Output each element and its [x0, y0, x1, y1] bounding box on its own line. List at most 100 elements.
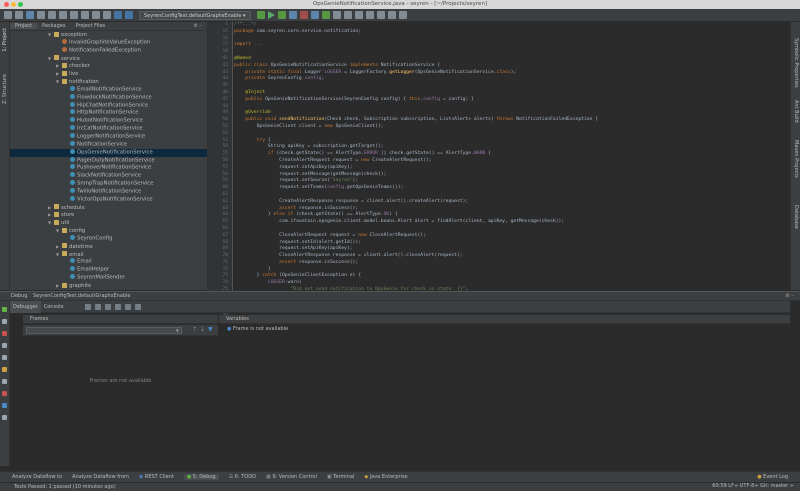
- tree-file[interactable]: HipChatNotificationService: [10, 101, 207, 110]
- resume-icon[interactable]: [2, 307, 7, 312]
- tab-packages[interactable]: Packages: [37, 23, 70, 29]
- tree-file[interactable]: VictorOpsNotificationService: [10, 195, 207, 204]
- debug-icon[interactable]: [277, 11, 286, 19]
- tree-folder[interactable]: ▶ schedule: [10, 204, 207, 212]
- tree-file[interactable]: SeyrenMailSender: [10, 274, 207, 282]
- open-icon[interactable]: [4, 11, 12, 19]
- settings-icon[interactable]: [365, 11, 374, 19]
- code-line[interactable]: /**...*/: [233, 22, 790, 29]
- tree-folder[interactable]: ▶ live: [10, 70, 207, 78]
- coverage-icon[interactable]: [288, 11, 297, 19]
- make-icon[interactable]: [256, 11, 265, 19]
- code-line[interactable]: assert response.isSuccess();: [233, 260, 790, 267]
- code-line[interactable]: public OpsGenieNotificationService(Seyre…: [233, 97, 790, 104]
- tree-file[interactable]: OpsGenieNotificationService: [10, 148, 207, 157]
- code-line[interactable]: public void sendNotification(Check check…: [233, 117, 790, 124]
- code-line[interactable]: package com.seyren.core.service.notifica…: [233, 29, 790, 36]
- panel-settings-icon[interactable]: ⚙ –: [188, 23, 207, 29]
- tree-file[interactable]: IrcCatNotificationService: [10, 125, 207, 133]
- tree-folder[interactable]: ▶ store: [10, 211, 207, 219]
- tool-terminal[interactable]: ▣ Terminal: [327, 474, 354, 480]
- tree-file[interactable]: SlackNotificationService: [10, 172, 207, 180]
- code-line[interactable]: [233, 49, 790, 56]
- tool-analyze-dataflow-from[interactable]: Analyze Dataflow from: [72, 474, 129, 480]
- paste-icon[interactable]: [81, 11, 89, 19]
- tab-console[interactable]: Console: [41, 301, 67, 313]
- help-icon[interactable]: [398, 11, 407, 19]
- step-over-icon[interactable]: [84, 303, 91, 310]
- tree-folder[interactable]: ▼ exception: [10, 31, 207, 39]
- tool-debug[interactable]: ● 5: Debug: [183, 474, 219, 480]
- code-line[interactable]: @Named: [233, 56, 790, 63]
- step-into-icon[interactable]: [94, 303, 101, 310]
- tree-file[interactable]: LoggerNotificationService: [10, 132, 207, 141]
- thread-selector[interactable]: ▼: [26, 327, 182, 334]
- tool-rest-client[interactable]: ◉ REST Client: [139, 474, 174, 480]
- code-line[interactable]: } catch (OpsGenieClientException e) {: [233, 273, 790, 280]
- tree-folder[interactable]: ▶ graphite: [10, 282, 207, 290]
- project-tool-button[interactable]: 1: Project: [2, 28, 8, 52]
- vcs-compare-icon[interactable]: [332, 11, 341, 19]
- tree-file[interactable]: EmailHelper: [10, 266, 207, 274]
- code-line[interactable]: request.setApiKey(apiKey);: [233, 165, 790, 172]
- tool-java-enterprise[interactable]: ◆ Java Enterprise: [364, 474, 407, 480]
- tree-folder[interactable]: ▶ datetime: [10, 243, 207, 251]
- vcs-commit-icon[interactable]: [321, 11, 330, 19]
- vcs-history-icon[interactable]: [343, 11, 352, 19]
- sync-icon[interactable]: [26, 11, 34, 19]
- code-line[interactable]: CloseAlertRequest request = new CloseAle…: [233, 233, 790, 240]
- mute-breakpoints-icon[interactable]: [2, 355, 7, 360]
- debug-settings-icon[interactable]: ⚙ –: [785, 292, 794, 301]
- code-line[interactable]: CreateAlertResponse response = client.al…: [233, 199, 790, 206]
- tool-version-control[interactable]: ▦ 9: Version Control: [266, 474, 317, 480]
- run-configuration-select[interactable]: SeyrenConfigTest.defaultGraphsEnable ▾: [139, 10, 251, 20]
- stop-icon[interactable]: [2, 331, 7, 336]
- code-line[interactable]: public class OpsGenieNotificationService…: [233, 63, 790, 70]
- tree-file[interactable]: PagerDutyNotificationService: [10, 156, 207, 165]
- code-line[interactable]: [233, 104, 790, 111]
- close-window-button[interactable]: [4, 2, 9, 7]
- run-icon[interactable]: [267, 11, 275, 19]
- navigate-forward-icon[interactable]: [125, 11, 133, 19]
- code-line[interactable]: [233, 192, 790, 199]
- frame-down-icon[interactable]: ↓: [200, 326, 205, 333]
- tree-file[interactable]: EmailNotificationService: [10, 85, 207, 94]
- close-icon[interactable]: [2, 391, 7, 396]
- code-line[interactable]: [233, 131, 790, 138]
- code-line[interactable]: CreateAlertRequest request = new CreateA…: [233, 158, 790, 165]
- frame-up-icon[interactable]: ↑: [192, 326, 197, 333]
- tree-file[interactable]: NotificationFailedException: [10, 46, 207, 55]
- code-line[interactable]: CloseAlertResponse response = client.ale…: [233, 253, 790, 260]
- code-line[interactable]: import ...: [233, 42, 790, 49]
- tree-file[interactable]: SnmpTrapNotificationService: [10, 180, 207, 188]
- navigate-back-icon[interactable]: [114, 11, 122, 19]
- stop-icon[interactable]: [299, 11, 308, 19]
- step-out-icon[interactable]: [114, 303, 121, 310]
- tool-analyze-dataflow-to[interactable]: Analyze Dataflow to: [12, 474, 62, 480]
- tree-folder[interactable]: ▼ service: [10, 55, 207, 63]
- code-editor[interactable]: /**...*/package com.seyren.core.service.…: [233, 22, 790, 291]
- filter-icon[interactable]: ▼: [208, 326, 213, 333]
- copy-icon[interactable]: [70, 11, 78, 19]
- event-log-button[interactable]: ● Event Log: [757, 474, 788, 480]
- tool-todo[interactable]: ☰ 6: TODO: [229, 474, 256, 480]
- tree-file[interactable]: InvalidGraphiteValueException: [10, 38, 207, 47]
- cut-icon[interactable]: [59, 11, 67, 19]
- maven-projects-tool-button[interactable]: Maven Projects: [793, 140, 799, 178]
- code-line[interactable]: [233, 83, 790, 90]
- symbolic-properties-tool-button[interactable]: Symbolic Properties: [793, 38, 799, 88]
- pin-icon[interactable]: [2, 415, 7, 420]
- settings-icon[interactable]: [2, 379, 7, 384]
- tree-folder[interactable]: ▶ checker: [10, 62, 207, 70]
- tree-file[interactable]: NotificationService: [10, 140, 207, 149]
- structure-icon[interactable]: [376, 11, 385, 19]
- code-line[interactable]: com.ifountain.opsgenie.client.model.bean…: [233, 219, 790, 226]
- tree-file[interactable]: PushoverNotificationService: [10, 164, 207, 172]
- save-icon[interactable]: [15, 11, 23, 19]
- tree-folder[interactable]: ▼ config: [10, 227, 207, 235]
- find-icon[interactable]: [92, 11, 100, 19]
- run-to-cursor-icon[interactable]: [124, 303, 131, 310]
- tree-folder[interactable]: ▼ notification: [10, 78, 207, 86]
- structure-tool-button[interactable]: Z: Structure: [2, 74, 8, 104]
- revert-icon[interactable]: [354, 11, 363, 19]
